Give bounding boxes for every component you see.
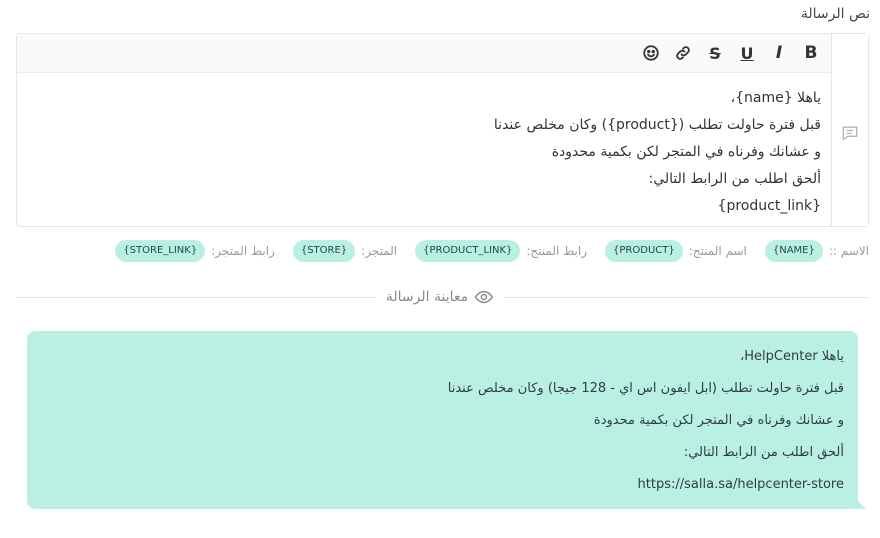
editor-content[interactable]: ياهلا {name}، قبل فترة حاولت تطلب ({prod… [17,73,831,220]
strikethrough-button[interactable]: S [701,39,729,67]
preview-line: ألحق اطلب من الرابط التالي: [683,445,844,460]
smiley-icon [643,45,659,61]
variable-chip-product-link[interactable]: {PRODUCT_LINK} [415,240,521,262]
emoji-button[interactable] [637,39,665,67]
field-label: نص الرسالة [800,6,870,22]
preview-title: معاينة الرسالة [375,287,505,307]
bubble-tail [854,497,866,509]
preview-line: قبل فترة حاولت تطلب (ابل ايفون اس اي - 1… [447,381,844,396]
bold-button[interactable]: B [797,39,825,67]
editor-line: قبل فترة حاولت تطلب ({product}) وكان مخل… [493,117,821,133]
variable-chip-name[interactable]: {NAME} [764,240,823,262]
variable-chip-product[interactable]: {PRODUCT} [605,240,683,262]
editor-line: ألحق اطلب من الرابط التالي: [648,171,822,187]
variable-label-name: الاسم :: [828,244,869,258]
underline-button[interactable]: U [733,39,761,67]
editor-toolbar: B I U S [17,34,831,73]
editor-line: و عشانك وفرناه في المتجر لكن بكمية محدود… [551,144,821,160]
variable-label-product-link: رابط المنتج: [526,244,588,258]
link-button[interactable] [669,39,697,67]
preview-title-text: معاينة الرسالة [385,289,469,305]
eye-icon [474,290,494,304]
preview-content: ياهلا HelpCenter، قبل فترة حاولت تطلب (ا… [41,341,844,501]
editor-line: ياهلا {name}، [730,90,821,106]
preview-line: و عشانك وفرناه في المتجر لكن بكمية محدود… [593,413,844,428]
variable-label-store-link: رابط المتجر: [211,244,275,258]
editor-line: {product_link} [717,198,821,214]
preview-link[interactable]: https://salla.sa/helpcenter-store [41,469,844,501]
preview-line: ياهلا HelpCenter، [740,349,844,364]
variable-label-store: المتجر: [361,244,398,258]
editor-side-panel [831,34,868,226]
variable-chip-store[interactable]: {STORE} [292,240,356,262]
editor-main: B I U S ياهلا {name}، قبل فترة حاولت تطل… [17,34,831,226]
variable-label-product: اسم المنتج: [688,244,747,258]
link-icon [676,46,690,60]
italic-button[interactable]: I [765,39,793,67]
variable-chip-store-link[interactable]: {STORE_LINK} [115,240,206,262]
message-editor[interactable]: B I U S ياهلا {name}، قبل فترة حاولت تطل… [16,33,869,227]
message-icon [842,126,858,141]
variable-list: الاسم :: {NAME} اسم المنتج: {PRODUCT} را… [115,240,869,262]
message-preview-bubble: ياهلا HelpCenter، قبل فترة حاولت تطلب (ا… [27,331,866,509]
